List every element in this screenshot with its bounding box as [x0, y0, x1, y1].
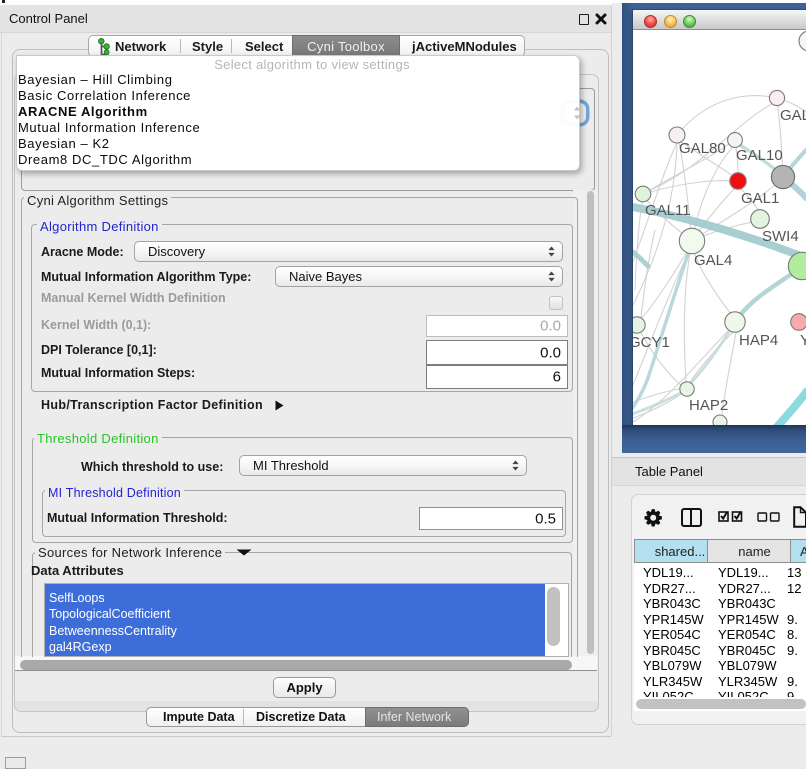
svg-text:GCY1: GCY1	[633, 334, 670, 351]
svg-text:Y: Y	[800, 332, 806, 349]
svg-text:GAL4: GAL4	[694, 252, 732, 269]
svg-text:GAL80: GAL80	[679, 140, 726, 157]
svg-text:GAL10: GAL10	[736, 147, 783, 164]
svg-text:HAP4: HAP4	[739, 332, 778, 349]
svg-text:HAP2: HAP2	[689, 397, 728, 414]
svg-text:SWI4: SWI4	[762, 228, 799, 245]
svg-text:GAL11: GAL11	[645, 202, 691, 219]
svg-text:GAL8: GAL8	[780, 107, 806, 124]
svg-text:GAL1: GAL1	[741, 190, 779, 207]
